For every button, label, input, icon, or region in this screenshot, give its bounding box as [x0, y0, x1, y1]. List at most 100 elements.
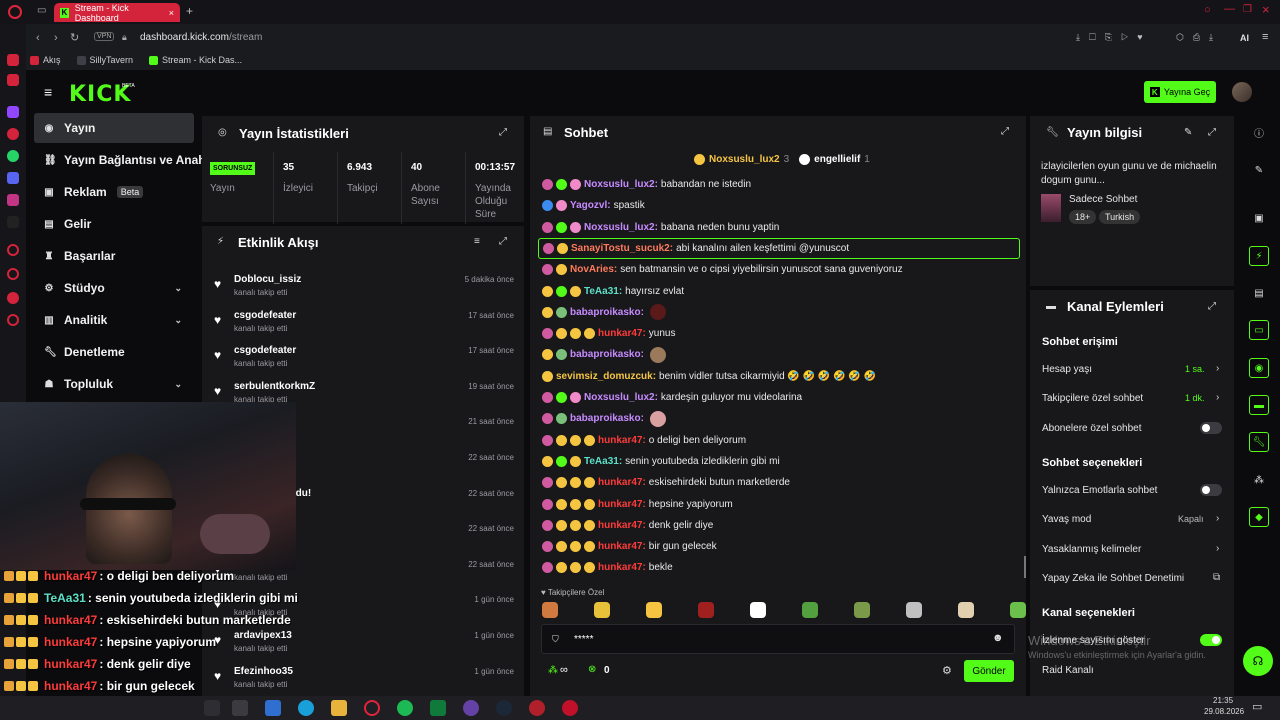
emote-icon[interactable] [542, 602, 558, 618]
toolbar-icons[interactable]: ⤓☐⎘▷♥ [1076, 32, 1152, 43]
chevron-right-icon[interactable]: › [1216, 392, 1219, 403]
chat-username[interactable]: TeAa31: [584, 456, 622, 467]
chat-message[interactable]: hunkar47: eskisehirdeki butun marketlerde [542, 472, 1020, 493]
lightning-icon[interactable]: ⚡︎ [1249, 246, 1269, 266]
whatsapp-icon[interactable] [7, 150, 19, 162]
vpn-badge[interactable]: VPN [94, 32, 115, 41]
emote-icon[interactable] [594, 602, 610, 618]
record-icon[interactable]: ◉ [1249, 358, 1269, 378]
edge-icon[interactable] [298, 700, 314, 716]
category-name[interactable]: Sadece Sohbet [1069, 194, 1137, 205]
show-viewers-toggle[interactable] [1200, 634, 1222, 646]
url-field[interactable]: dashboard.kick.com/stream [140, 32, 262, 43]
bookmark-kick[interactable]: Stream - Kick Das... [149, 52, 242, 68]
chat-username[interactable]: NovAries: [570, 264, 617, 275]
chat-message[interactable]: Noxsuslu_lux2: babandan ne istedin [542, 174, 1020, 195]
sidebar-item-stream-key[interactable]: ⛓ Yayın Bağlantısı ve Anahtar [34, 145, 221, 175]
chat-username[interactable]: Noxsuslu_lux2: [584, 179, 658, 190]
activity-row[interactable]: ♥ Doblocu_issiz kanalı takip etti 5 dakika … [202, 268, 524, 303]
chat-message[interactable]: Yagozvl: spastik [542, 195, 1020, 216]
chat-message[interactable]: hunkar47: yunus [542, 323, 1020, 344]
help-button[interactable]: ☊ [1243, 646, 1273, 676]
game-icon[interactable] [529, 700, 545, 716]
bookmark-sillytavern[interactable]: SillyTavern [76, 52, 133, 68]
chat-username[interactable]: Yagozvl: [570, 200, 611, 211]
sidebar-item-gelir[interactable]: ▤ Gelir [34, 209, 194, 239]
expand-icon[interactable]: ⤢ [499, 127, 507, 138]
discord-icon[interactable] [7, 172, 19, 184]
emote-icon[interactable] [958, 602, 974, 618]
forward-icon[interactable]: › [54, 32, 58, 44]
chat-message[interactable]: hunkar47: hepsine yapiyorum [542, 494, 1020, 515]
sidebar-item-analitik[interactable]: ▥ Analitik ⌄ [34, 305, 194, 335]
chat-username[interactable]: babaproikasko: [570, 307, 644, 318]
chat-message[interactable]: SanayiTostu_sucuk2: abi kanalını ailen ke… [538, 237, 1020, 259]
chat-username[interactable]: Noxsuslu_lux2: [584, 392, 658, 403]
chat-message[interactable]: hunkar47: bir gun gelecek [542, 536, 1020, 557]
chevron-right-icon[interactable]: › [1216, 513, 1219, 524]
chat-message[interactable]: sevimsiz_domuzcuk: benim vidler tutsa cik… [542, 366, 1020, 387]
chat-input[interactable]: ⛉ ***** ☻ [541, 624, 1015, 654]
tab-kick-dashboard[interactable]: K Stream - Kick Dashboard × [54, 3, 180, 23]
chat-message[interactable]: Noxsuslu_lux2: babana neden bunu yaptin [542, 217, 1020, 238]
pinboard-icon[interactable] [7, 128, 19, 140]
account-age-label[interactable]: Hesap yaşı [1042, 364, 1092, 375]
raid-label[interactable]: Raid Kanalı [1042, 665, 1094, 676]
x-icon[interactable] [7, 216, 19, 228]
reload-icon[interactable]: ↻ [70, 31, 79, 44]
chat-icon[interactable]: ▭ [1249, 320, 1269, 340]
sidebar-item-studyo[interactable]: ⚙ Stüdyo ⌄ [34, 273, 194, 303]
new-tab-icon[interactable]: + [186, 4, 193, 18]
settings-icon[interactable] [7, 314, 19, 326]
chat-username[interactable]: hunkar47: [598, 520, 646, 531]
chat-message[interactable]: hunkar47: o deligi ben deliyorum [542, 430, 1020, 451]
twitch-icon[interactable] [7, 106, 19, 118]
sidebar-item-basarilar[interactable]: ♜ Başarılar [34, 241, 194, 271]
app-icon[interactable] [430, 700, 446, 716]
files-icon[interactable] [331, 700, 347, 716]
emote-icon[interactable] [698, 602, 714, 618]
kicks-icon[interactable]: ⁂ [548, 665, 558, 676]
chat-username[interactable]: hunkar47: [598, 499, 646, 510]
chat-username[interactable]: hunkar47: [598, 435, 646, 446]
info-icon[interactable]: ⓘ [1249, 122, 1269, 142]
slow-mode-label[interactable]: Yavaş mod [1042, 514, 1091, 525]
send-button[interactable]: Gönder [964, 660, 1014, 682]
chat-message[interactable]: TeAa31: senin youtubeda izlediklerin gibi… [542, 451, 1020, 472]
activity-row[interactable]: ♥ csgodefeater kanalı takip etti 17 saat ön… [202, 304, 524, 339]
opera-ai-icon[interactable] [7, 54, 19, 66]
chat-message[interactable]: hunkar47: bekle [542, 557, 1020, 578]
explorer-icon[interactable] [265, 700, 281, 716]
search-tabs-icon[interactable]: ○ [1204, 4, 1211, 16]
notification-icon[interactable]: ▭ [1252, 700, 1262, 713]
menu-icon[interactable]: ≡ [1262, 31, 1268, 43]
ai-button[interactable]: AI [1240, 33, 1249, 43]
chat-username[interactable]: hunkar47: [598, 328, 646, 339]
external-link-icon[interactable]: ⧉ [1213, 572, 1220, 583]
channel-icon[interactable]: ▬ [1249, 395, 1269, 415]
chat-username[interactable]: babaproikasko: [570, 413, 644, 424]
edit-icon[interactable]: ✎ [1184, 127, 1192, 138]
sidebar-item-reklam[interactable]: ▣ Reklam Beta [34, 177, 194, 207]
avatar[interactable] [1232, 82, 1252, 102]
tab-switch-icon[interactable]: ▭ [37, 5, 46, 16]
chat-message[interactable]: babaproikasko: [542, 302, 1020, 323]
obs-icon[interactable] [463, 700, 479, 716]
gift-icon[interactable]: ◆ [1249, 507, 1269, 527]
activity-row[interactable]: ♥ Efezinhoo35 kanalı takip etti 1 gün önce [202, 660, 524, 695]
search-icon[interactable] [204, 700, 220, 716]
followers-chat-label[interactable]: Takipçilere özel sohbet [1042, 393, 1143, 404]
users-icon[interactable]: ⁂ [1249, 470, 1269, 490]
chat-message[interactable]: hunkar47: denk gelir diye [542, 515, 1020, 536]
filter-icon[interactable]: ≡ [474, 236, 480, 247]
sidebar-item-yayin[interactable]: ◉ Yayın [34, 113, 194, 143]
spotify-icon[interactable] [397, 700, 413, 716]
subs-chat-toggle[interactable] [1200, 422, 1222, 434]
back-icon[interactable]: ‹ [36, 32, 40, 44]
chat-message[interactable]: babaproikasko: [542, 344, 1020, 365]
chat-username[interactable]: Noxsuslu_lux2: [584, 222, 658, 233]
clock-date[interactable]: 29.08.2026 [1204, 707, 1244, 716]
music-icon[interactable] [7, 74, 19, 86]
chat-username[interactable]: hunkar47: [598, 541, 646, 552]
chat-message[interactable]: TeAa31: hayırsız evlat [542, 281, 1020, 302]
